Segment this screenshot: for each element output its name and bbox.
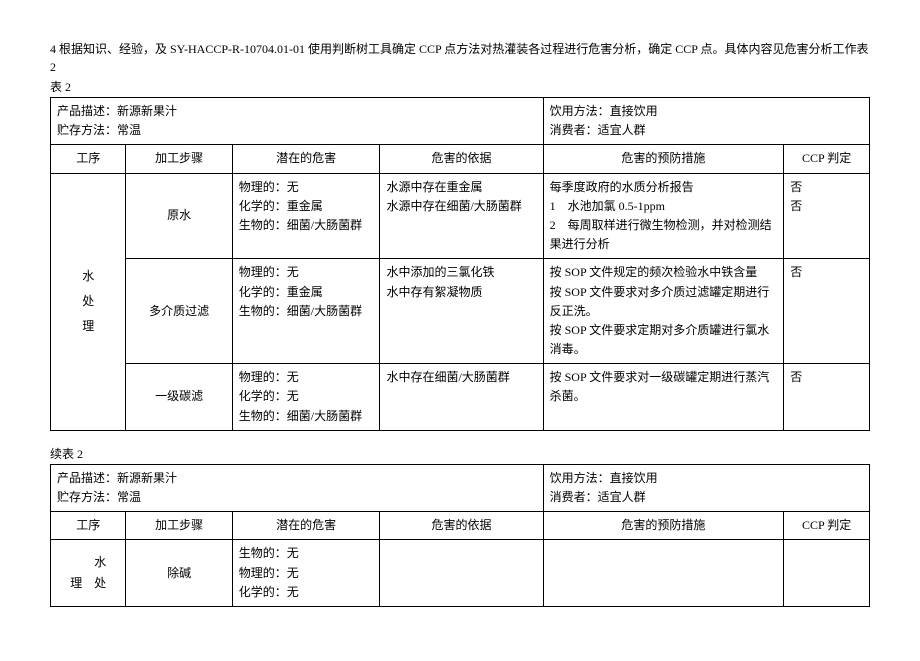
hazard-cell: 物理的：无化学的：重金属生物的：细菌/大肠菌群 [232, 259, 380, 364]
header-ccp: CCP 判定 [784, 145, 870, 173]
prevention-cell: 按 SOP 文件规定的频次检验水中铁含量按 SOP 文件要求对多介质过滤罐定期进… [543, 259, 784, 364]
hazard-analysis-table-2: 产品描述：新源新果汁 贮存方法：常温 饮用方法：直接饮用 消费者：适宜人群 工序… [50, 97, 870, 431]
storage-label: 贮存方法： [57, 490, 117, 504]
table2-label: 表 2 [50, 78, 870, 95]
header-row: 工序 加工步骤 潜在的危害 危害的依据 危害的预防措施 CCP 判定 [51, 512, 870, 540]
basis-cell: 水中存在细菌/大肠菌群 [380, 364, 543, 431]
process-text-b: 理 处 [70, 576, 106, 590]
header-hazard: 潜在的危害 [232, 145, 380, 173]
header-step: 加工步骤 [126, 145, 232, 173]
info-left-cell: 产品描述：新源新果汁 贮存方法：常温 [51, 98, 544, 145]
step-cell: 一级碳滤 [126, 364, 232, 431]
consumer-label: 消费者： [550, 123, 598, 137]
ccp-cell: 否 [784, 364, 870, 431]
consumer-value: 适宜人群 [598, 123, 646, 137]
ccp-cell: 否否 [784, 173, 870, 259]
storage-label: 贮存方法： [57, 123, 117, 137]
info-row: 产品描述：新源新果汁 贮存方法：常温 饮用方法：直接饮用 消费者：适宜人群 [51, 98, 870, 145]
process-char-3: 理 [57, 317, 119, 336]
table-row: 水 理 处 除碱 生物的：无物理的：无化学的：无 [51, 540, 870, 607]
drink-value: 直接饮用 [610, 471, 658, 485]
step-cell: 除碱 [126, 540, 232, 607]
prevention-cell: 每季度政府的水质分析报告1 水池加氯 0.5-1ppm2 每周取样进行微生物检测… [543, 173, 784, 259]
process-cell: 水 理 处 [51, 540, 126, 607]
basis-cell [380, 540, 543, 607]
header-prevention: 危害的预防措施 [543, 512, 784, 540]
hazard-analysis-table-2-cont: 产品描述：新源新果汁 贮存方法：常温 饮用方法：直接饮用 消费者：适宜人群 工序… [50, 464, 870, 607]
table-row: 水 处 理 原水 物理的：无化学的：重金属生物的：细菌/大肠菌群 水源中存在重金… [51, 173, 870, 259]
process-char-1: 水 [57, 267, 119, 286]
drink-label: 饮用方法： [550, 471, 610, 485]
header-basis: 危害的依据 [380, 145, 543, 173]
process-text-a: 水 [94, 555, 106, 569]
info-row: 产品描述：新源新果汁 贮存方法：常温 饮用方法：直接饮用 消费者：适宜人群 [51, 464, 870, 511]
intro-text: 4 根据知识、经验，及 SY-HACCP-R-10704.01-01 使用判断树… [50, 40, 870, 76]
header-row: 工序 加工步骤 潜在的危害 危害的依据 危害的预防措施 CCP 判定 [51, 145, 870, 173]
hazard-cell: 物理的：无化学的：无生物的：细菌/大肠菌群 [232, 364, 380, 431]
header-process: 工序 [51, 145, 126, 173]
prevention-cell: 按 SOP 文件要求对一级碳罐定期进行蒸汽杀菌。 [543, 364, 784, 431]
consumer-label: 消费者： [550, 490, 598, 504]
header-ccp: CCP 判定 [784, 512, 870, 540]
basis-cell: 水源中存在重金属水源中存在细菌/大肠菌群 [380, 173, 543, 259]
table-row: 一级碳滤 物理的：无化学的：无生物的：细菌/大肠菌群 水中存在细菌/大肠菌群 按… [51, 364, 870, 431]
drink-value: 直接饮用 [610, 104, 658, 118]
step-cell: 原水 [126, 173, 232, 259]
product-desc-label: 产品描述： [57, 104, 117, 118]
ccp-cell: 否 [784, 259, 870, 364]
header-hazard: 潜在的危害 [232, 512, 380, 540]
step-cell: 多介质过滤 [126, 259, 232, 364]
info-right-cell: 饮用方法：直接饮用 消费者：适宜人群 [543, 464, 869, 511]
table-row: 多介质过滤 物理的：无化学的：重金属生物的：细菌/大肠菌群 水中添加的三氯化铁水… [51, 259, 870, 364]
product-desc-value: 新源新果汁 [117, 471, 177, 485]
process-cell: 水 处 理 [51, 173, 126, 430]
process-char-2: 处 [57, 292, 119, 311]
basis-cell: 水中添加的三氯化铁水中存有絮凝物质 [380, 259, 543, 364]
product-desc-value: 新源新果汁 [117, 104, 177, 118]
prevention-cell [543, 540, 784, 607]
hazard-cell: 生物的：无物理的：无化学的：无 [232, 540, 380, 607]
storage-value: 常温 [117, 123, 141, 137]
header-process: 工序 [51, 512, 126, 540]
cont-table-label: 续表 2 [50, 445, 870, 462]
header-step: 加工步骤 [126, 512, 232, 540]
drink-label: 饮用方法： [550, 104, 610, 118]
consumer-value: 适宜人群 [598, 490, 646, 504]
info-left-cell: 产品描述：新源新果汁 贮存方法：常温 [51, 464, 544, 511]
header-basis: 危害的依据 [380, 512, 543, 540]
storage-value: 常温 [117, 490, 141, 504]
ccp-cell [784, 540, 870, 607]
hazard-cell: 物理的：无化学的：重金属生物的：细菌/大肠菌群 [232, 173, 380, 259]
info-right-cell: 饮用方法：直接饮用 消费者：适宜人群 [543, 98, 869, 145]
product-desc-label: 产品描述： [57, 471, 117, 485]
header-prevention: 危害的预防措施 [543, 145, 784, 173]
